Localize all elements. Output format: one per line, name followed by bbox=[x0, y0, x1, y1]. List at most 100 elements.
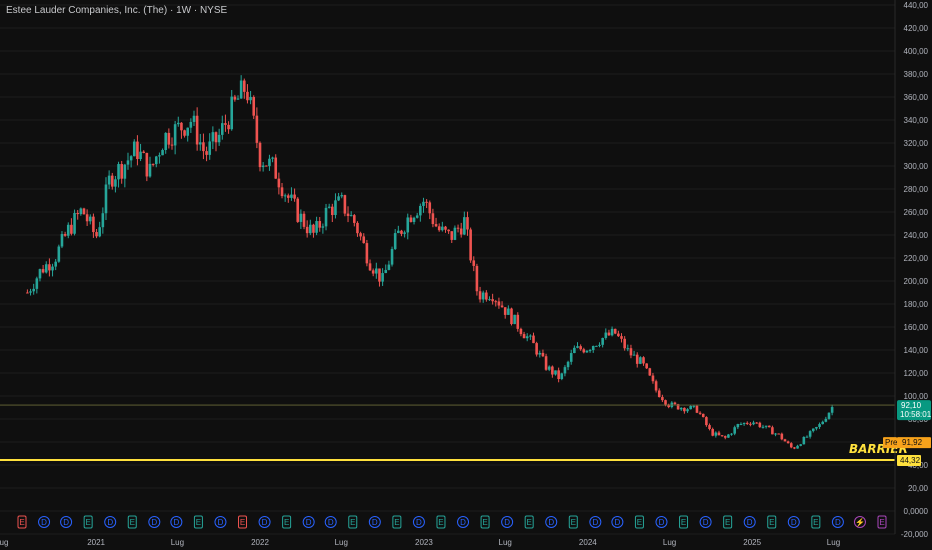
candle-body bbox=[749, 423, 752, 425]
candle bbox=[211, 126, 215, 150]
candle-body bbox=[375, 268, 378, 274]
dividend-event-icon[interactable]: D bbox=[60, 516, 73, 528]
price-tick-label: 100,00 bbox=[904, 392, 929, 401]
dividend-event-icon[interactable]: D bbox=[214, 516, 227, 528]
earnings-event-icon[interactable]: E bbox=[723, 515, 733, 529]
earnings-event-icon[interactable]: E bbox=[767, 515, 777, 529]
candle bbox=[205, 146, 208, 162]
candle-body bbox=[183, 130, 186, 136]
candle-body bbox=[554, 370, 557, 375]
candle-body bbox=[783, 439, 787, 442]
dividend-event-icon[interactable]: D bbox=[787, 516, 800, 528]
price-tick-label: 200,00 bbox=[904, 277, 929, 286]
candle-body bbox=[560, 373, 564, 380]
dividend-event-icon[interactable]: D bbox=[104, 516, 117, 528]
candle bbox=[620, 333, 623, 343]
candle-body bbox=[390, 249, 394, 265]
candle bbox=[258, 141, 262, 172]
earnings-event-icon[interactable]: E bbox=[282, 515, 292, 529]
candle-body bbox=[296, 198, 300, 222]
earnings-event-icon[interactable]: E bbox=[193, 515, 203, 529]
dividend-event-icon[interactable]: D bbox=[457, 516, 470, 528]
svg-text:D: D bbox=[460, 518, 466, 527]
dividend-event-icon[interactable]: D bbox=[170, 516, 183, 528]
dividend-event-icon[interactable]: D bbox=[302, 516, 315, 528]
candle-body bbox=[142, 151, 146, 153]
earnings-event-icon[interactable]: E bbox=[679, 515, 689, 529]
svg-text:E: E bbox=[637, 518, 642, 527]
dividend-event-icon[interactable]: D bbox=[655, 516, 668, 528]
svg-text:D: D bbox=[835, 518, 841, 527]
candlestick-chart[interactable]: BARRIER 440,00420,00400,00380,00360,0034… bbox=[0, 0, 932, 550]
candle-body bbox=[626, 348, 630, 350]
candle-body bbox=[48, 264, 51, 271]
svg-text:E: E bbox=[681, 518, 686, 527]
earnings-event-icon[interactable]: E bbox=[392, 515, 402, 529]
earnings-event-icon[interactable]: E bbox=[17, 515, 27, 529]
dividend-event-icon[interactable]: D bbox=[611, 516, 624, 528]
candle bbox=[447, 229, 450, 234]
candle bbox=[315, 216, 318, 236]
dividend-event-icon[interactable]: D bbox=[324, 516, 337, 528]
candle bbox=[714, 431, 718, 438]
dividend-event-icon[interactable]: D bbox=[831, 516, 844, 528]
candle bbox=[334, 193, 337, 219]
candle bbox=[613, 328, 617, 335]
candle bbox=[494, 299, 498, 307]
svg-text:E: E bbox=[284, 518, 289, 527]
candle-body bbox=[629, 348, 633, 356]
candle-body bbox=[400, 230, 403, 234]
candle-body bbox=[579, 346, 582, 350]
candle-body bbox=[299, 213, 303, 222]
price-tick-label: 180,00 bbox=[904, 300, 929, 309]
candle-body bbox=[180, 122, 183, 131]
dividend-event-icon[interactable]: D bbox=[258, 516, 271, 528]
candle-body bbox=[192, 115, 196, 122]
dividend-event-icon[interactable]: D bbox=[589, 516, 602, 528]
candle bbox=[799, 443, 802, 447]
dividend-event-icon[interactable]: D bbox=[699, 516, 712, 528]
candle bbox=[767, 425, 771, 428]
earnings-event-icon[interactable]: E bbox=[480, 515, 490, 529]
earnings-event-icon[interactable]: E bbox=[127, 515, 137, 529]
candle bbox=[57, 244, 61, 263]
earnings-event-icon[interactable]: E bbox=[634, 515, 644, 529]
candle bbox=[764, 425, 768, 429]
candle-body bbox=[683, 407, 686, 412]
dividend-event-icon[interactable]: D bbox=[38, 516, 51, 528]
candle-body bbox=[541, 352, 545, 357]
earnings-event-icon[interactable]: E bbox=[877, 515, 887, 529]
candle-body bbox=[249, 97, 252, 101]
dividend-event-icon[interactable]: D bbox=[412, 516, 425, 528]
earnings-event-icon[interactable]: E bbox=[238, 515, 248, 529]
earnings-event-icon[interactable]: E bbox=[811, 515, 821, 529]
candle-body bbox=[280, 187, 284, 197]
earnings-event-icon[interactable]: E bbox=[436, 515, 446, 529]
candle bbox=[569, 349, 573, 365]
dividend-event-icon[interactable]: D bbox=[368, 516, 381, 528]
candle bbox=[353, 214, 356, 227]
earnings-event-icon[interactable]: E bbox=[524, 515, 534, 529]
candle-body bbox=[85, 214, 89, 222]
candle bbox=[236, 95, 240, 100]
candle bbox=[780, 432, 784, 441]
candle-body bbox=[362, 236, 366, 244]
candle bbox=[610, 326, 614, 337]
split-bolt-icon[interactable]: ⚡ bbox=[853, 516, 866, 528]
candle bbox=[717, 430, 721, 436]
candle bbox=[321, 223, 325, 234]
candle-body bbox=[76, 212, 79, 215]
earnings-event-icon[interactable]: E bbox=[348, 515, 358, 529]
candle bbox=[629, 344, 633, 359]
candle bbox=[280, 182, 284, 199]
dividend-event-icon[interactable]: D bbox=[148, 516, 161, 528]
candle bbox=[198, 133, 202, 151]
dividend-event-icon[interactable]: D bbox=[545, 516, 558, 528]
candle-body bbox=[815, 427, 818, 429]
candle-body bbox=[41, 269, 45, 273]
dividend-event-icon[interactable]: D bbox=[743, 516, 756, 528]
earnings-event-icon[interactable]: E bbox=[83, 515, 93, 529]
candle bbox=[158, 152, 161, 164]
dividend-event-icon[interactable]: D bbox=[501, 516, 514, 528]
earnings-event-icon[interactable]: E bbox=[568, 515, 578, 529]
